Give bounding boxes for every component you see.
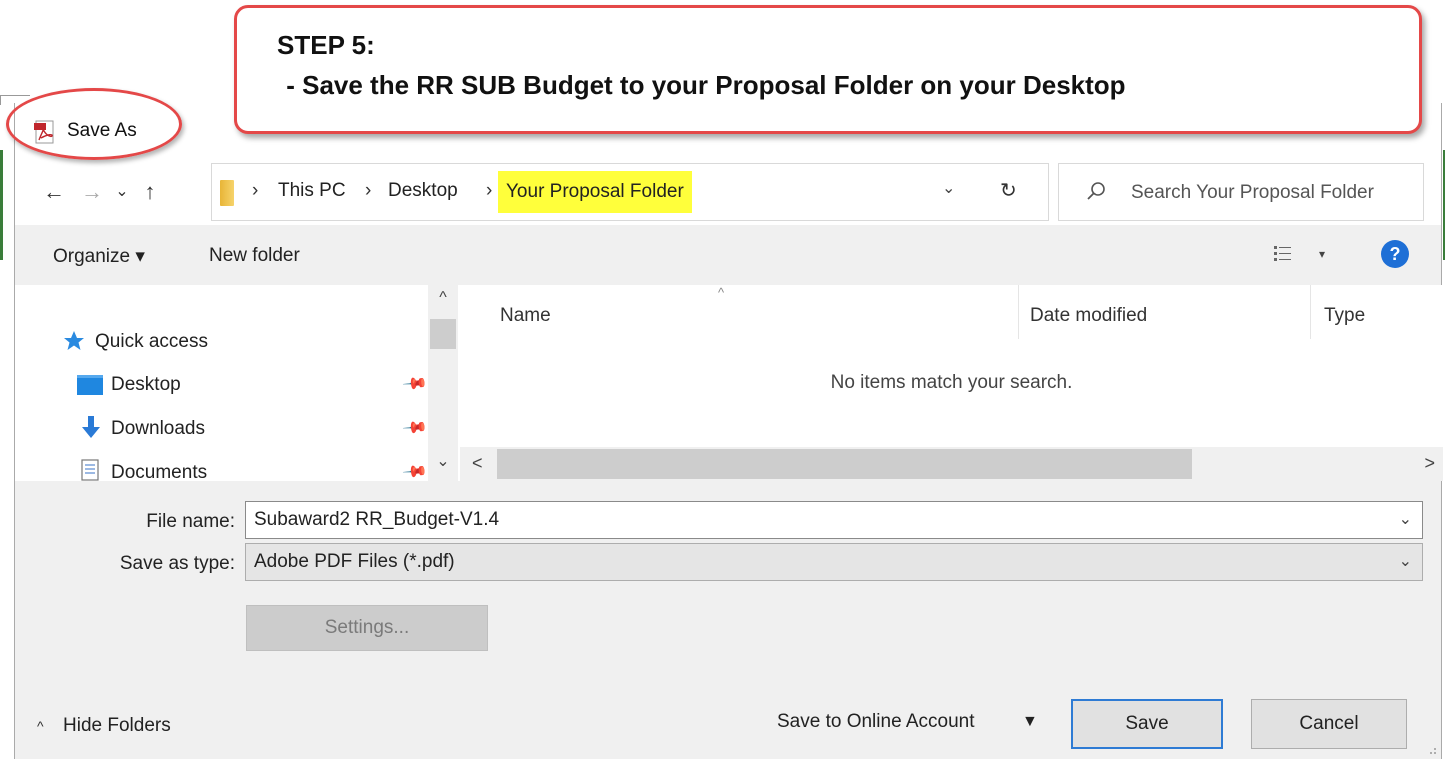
save-options-panel: File name: Subaward2 RR_Budget-V1.4 ⌄ Sa… [15, 481, 1441, 759]
search-placeholder: Search Your Proposal Folder [1131, 182, 1374, 203]
nav-item-quick-access[interactable]: Quick access [95, 331, 208, 353]
breadcrumb-separator-icon: › [252, 180, 259, 201]
view-dropdown-icon[interactable]: ▾ [1319, 247, 1325, 261]
online-account-dropdown-icon[interactable]: ▼ [1022, 713, 1038, 731]
save-as-dialog: Save As ← → ⌄ ↑ › This PC › Desktop › Yo… [14, 103, 1443, 759]
file-name-value: Subaward2 RR_Budget-V1.4 [254, 509, 500, 530]
address-row: ← → ⌄ ↑ › This PC › Desktop › Your Propo… [15, 163, 1441, 225]
title-highlight-ring [6, 88, 182, 160]
nav-item-desktop[interactable]: Desktop [111, 374, 181, 396]
column-header-type[interactable]: Type [1324, 305, 1365, 327]
organize-menu[interactable]: Organize ▾ [53, 245, 145, 268]
search-icon [1087, 182, 1105, 200]
save-as-type-select[interactable]: Adobe PDF Files (*.pdf) ⌄ [245, 543, 1423, 581]
sort-ascending-icon: ^ [718, 285, 725, 300]
new-folder-button[interactable]: New folder [209, 245, 300, 267]
view-options-icon[interactable] [1273, 244, 1293, 264]
settings-button[interactable]: Settings... [246, 605, 488, 651]
address-dropdown-icon[interactable]: ⌄ [942, 178, 955, 198]
up-arrow-icon[interactable]: ↑ [137, 177, 163, 207]
column-header-name[interactable]: Name [500, 305, 551, 327]
help-icon[interactable]: ? [1381, 240, 1409, 268]
instruction-callout: STEP 5: - Save the RR SUB Budget to your… [234, 5, 1422, 134]
navigation-pane: Quick access Desktop 📌 Downloads 📌 Docum… [15, 285, 459, 481]
breadcrumb-separator-icon: › [486, 180, 493, 201]
nav-item-downloads[interactable]: Downloads [111, 418, 205, 440]
file-name-field[interactable]: Subaward2 RR_Budget-V1.4 ⌄ [245, 501, 1423, 539]
forward-arrow-icon[interactable]: → [79, 177, 105, 207]
chevron-up-icon[interactable]: ^ [37, 718, 44, 734]
pin-icon: 📌 [401, 459, 428, 481]
scroll-up-icon[interactable]: ^ [428, 289, 458, 307]
callout-step-instruction: - Save the RR SUB Budget to your Proposa… [279, 70, 1126, 100]
pin-icon: 📌 [401, 371, 428, 398]
column-divider[interactable] [1310, 285, 1311, 339]
column-header-date-modified[interactable]: Date modified [1030, 305, 1147, 327]
save-as-type-value: Adobe PDF Files (*.pdf) [254, 551, 455, 572]
star-icon [64, 331, 84, 350]
background-selection-edge-left [0, 150, 14, 260]
chevron-down-icon[interactable]: ⌄ [1399, 544, 1412, 580]
download-icon [82, 416, 100, 438]
scroll-down-icon[interactable]: ⌄ [428, 451, 458, 471]
file-list-scrollbar[interactable]: < > [460, 447, 1443, 481]
callout-step-heading: STEP 5: [277, 30, 375, 60]
scroll-thumb[interactable] [497, 449, 1192, 479]
navigation-scrollbar[interactable]: ^ ⌄ [428, 285, 458, 481]
address-bar[interactable]: › This PC › Desktop › Your Proposal Fold… [211, 163, 1049, 221]
folder-icon [220, 180, 234, 206]
desktop-icon [77, 375, 103, 395]
empty-list-message: No items match your search. [830, 372, 1073, 393]
refresh-icon[interactable]: ↻ [1000, 178, 1017, 203]
save-to-online-account-button[interactable]: Save to Online Account [777, 711, 975, 733]
file-list: ^ Name Date modified Type No items match… [460, 285, 1443, 447]
breadcrumb-desktop[interactable]: Desktop [388, 180, 458, 202]
resize-grip-icon[interactable] [1427, 745, 1437, 755]
back-arrow-icon[interactable]: ← [41, 177, 67, 207]
breadcrumb-your-proposal-folder[interactable]: Your Proposal Folder [498, 171, 692, 213]
nav-item-documents[interactable]: Documents [111, 462, 207, 481]
column-divider[interactable] [1018, 285, 1019, 339]
breadcrumb-separator-icon: › [365, 180, 372, 201]
hide-folders-button[interactable]: Hide Folders [63, 715, 171, 737]
cancel-button[interactable]: Cancel [1251, 699, 1407, 749]
save-button[interactable]: Save [1071, 699, 1223, 749]
breadcrumb-this-pc[interactable]: This PC [278, 180, 346, 202]
search-input[interactable]: Search Your Proposal Folder [1058, 163, 1424, 221]
file-name-label: File name: [146, 511, 235, 532]
documents-icon [81, 459, 99, 481]
command-bar: Organize ▾ New folder ▾ ? [15, 225, 1441, 285]
scroll-thumb[interactable] [430, 319, 456, 349]
pin-icon: 📌 [401, 415, 428, 442]
scroll-left-icon[interactable]: < [472, 453, 483, 474]
save-as-type-label: Save as type: [119, 553, 235, 574]
recent-locations-chevron-icon[interactable]: ⌄ [109, 177, 135, 207]
chevron-down-icon[interactable]: ⌄ [1399, 502, 1412, 538]
scroll-right-icon[interactable]: > [1424, 453, 1435, 474]
